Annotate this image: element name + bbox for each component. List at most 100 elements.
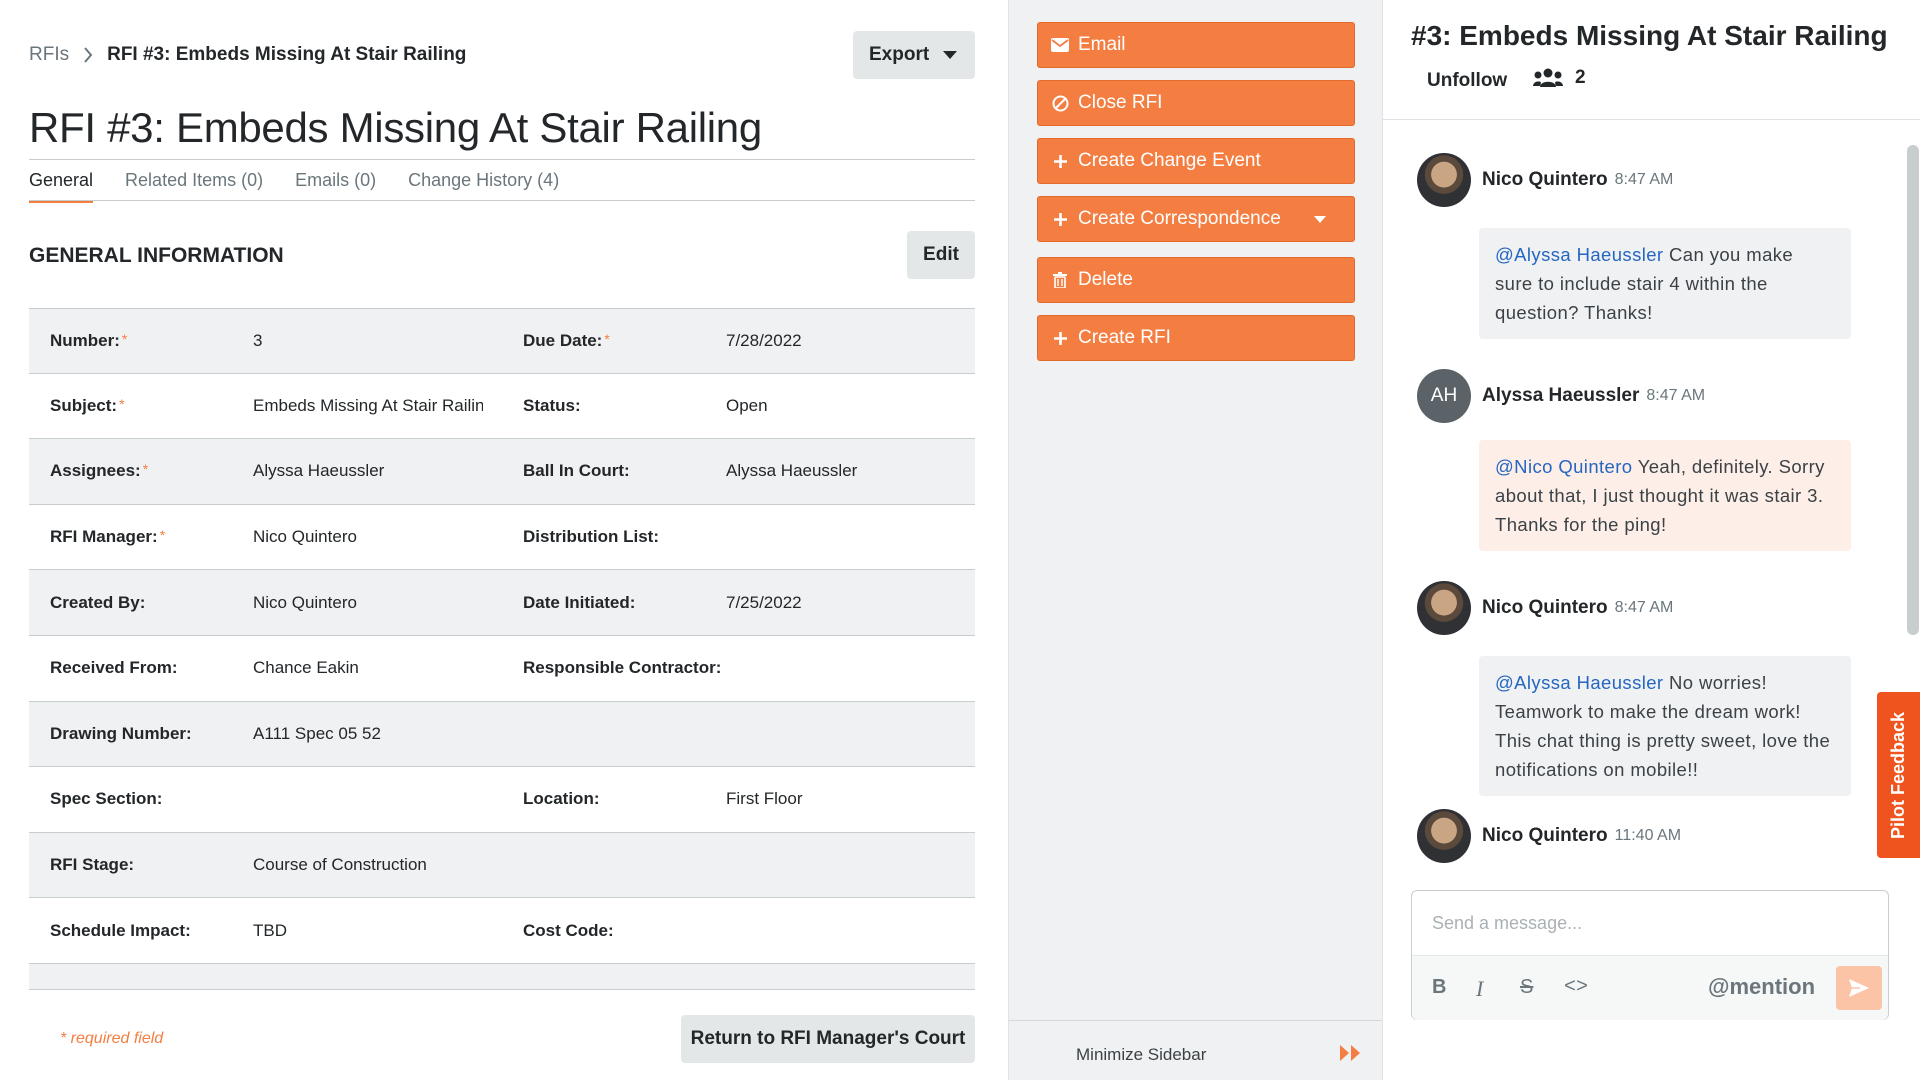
double-chevron-right-icon[interactable] (1339, 1043, 1363, 1068)
pilot-feedback-label: Pilot Feedback (1888, 711, 1909, 839)
table-row: Received From: Chance Eakin Responsible Co… (29, 636, 975, 702)
message-author: Alyssa Haeussler (1482, 385, 1640, 406)
field-label: Created By: (50, 592, 146, 612)
message-header: Nico Quintero 11:40 AM (1417, 809, 1681, 863)
message-time: 8:47 AM (1614, 599, 1674, 616)
message-header: Nico Quintero 8:47 AM (1417, 153, 1673, 207)
field-value: Nico Quintero (253, 527, 357, 547)
field-label: Spec Section: (50, 789, 163, 809)
field-value: Chance Eakin (253, 658, 359, 678)
strikethrough-button[interactable]: S (1520, 976, 1533, 999)
avatar[interactable] (1417, 581, 1471, 635)
mention-link[interactable]: @Alyssa Haeussler (1495, 672, 1664, 693)
field-label: Subject: * (50, 395, 125, 415)
users-icon (1533, 68, 1563, 87)
field-value: First Floor (726, 789, 803, 809)
field-value: 3 (253, 330, 263, 350)
avatar[interactable] (1417, 153, 1471, 207)
table-row: RFI Stage: Course of Construction (29, 832, 975, 899)
actions-sidebar: Email Close RFI Create Change Event Crea… (1008, 0, 1383, 1080)
send-icon (1849, 979, 1869, 997)
message-composer: B I S <> @mention (1411, 890, 1889, 1020)
envelope-icon (1050, 35, 1070, 55)
plus-icon (1050, 209, 1070, 229)
tab-general[interactable]: General (29, 170, 94, 203)
delete-label: Delete (1078, 269, 1133, 290)
field-label: Distribution List: (523, 527, 659, 547)
chat-header: #3: Embeds Missing At Stair Railing Unfo… (1383, 0, 1920, 120)
tab-emails[interactable]: Emails (0) (295, 170, 376, 203)
send-button[interactable] (1836, 966, 1882, 1010)
divider (29, 159, 975, 160)
breadcrumb-rfis-link[interactable]: RFIs (29, 44, 69, 66)
rfi-detail-panel: RFIs RFI #3: Embeds Missing At Stair Rai… (0, 0, 1008, 1080)
tab-related-items[interactable]: Related Items (0) (125, 170, 263, 203)
return-to-manager-button[interactable]: Return to RFI Manager's Court (681, 1015, 975, 1063)
field-label: Ball In Court: (523, 461, 630, 481)
section-title: GENERAL INFORMATION (29, 244, 284, 267)
mention-link[interactable]: @Alyssa Haeussler (1495, 244, 1664, 265)
field-label: Drawing Number: (50, 723, 192, 743)
avatar[interactable]: AH (1417, 369, 1471, 423)
plus-icon (1050, 328, 1070, 348)
breadcrumb: RFIs RFI #3: Embeds Missing At Stair Rai… (29, 44, 466, 66)
table-row: Assignees: * Alyssa Haeussler Ball In Court… (29, 439, 975, 505)
followers-count: 2 (1575, 67, 1586, 88)
required-asterisk: * (119, 395, 125, 412)
bold-button[interactable]: B (1432, 976, 1446, 999)
field-value: Course of Construction (253, 855, 427, 875)
field-value: Alyssa Haeussler (726, 461, 858, 481)
trash-icon (1050, 270, 1070, 290)
message-author: Nico Quintero (1482, 169, 1608, 190)
field-label: Number: * (50, 330, 128, 350)
mention-link[interactable]: @Nico Quintero (1495, 456, 1633, 477)
pilot-feedback-tab[interactable]: Pilot Feedback (1877, 692, 1920, 858)
field-value: Nico Quintero (253, 592, 357, 612)
chat-panel: #3: Embeds Missing At Stair Railing Unfo… (1382, 0, 1920, 1080)
create-correspondence-button[interactable]: Create Correspondence (1037, 196, 1355, 242)
field-label: Received From: (50, 658, 178, 678)
italic-button[interactable]: I (1476, 976, 1483, 1002)
delete-button[interactable]: Delete (1037, 257, 1355, 303)
general-info-table: Number: * 3 Due Date: * 7/28/2022 Subject: * Emb… (29, 308, 975, 990)
required-asterisk: * (159, 527, 166, 544)
unfollow-button[interactable]: Unfollow (1427, 70, 1507, 92)
divider (29, 200, 975, 201)
tab-change-history[interactable]: Change History (4) (408, 170, 559, 203)
avatar[interactable] (1417, 809, 1471, 863)
field-value: 7/28/2022 (726, 330, 802, 350)
required-asterisk: * (121, 330, 128, 347)
table-row: Schedule Impact: TBD Cost Code: (29, 898, 975, 964)
caret-down-icon[interactable] (1314, 216, 1326, 223)
export-button[interactable]: Export (853, 31, 975, 79)
field-value: TBD (253, 920, 287, 940)
minimize-sidebar-label[interactable]: Minimize Sidebar (1076, 1045, 1206, 1065)
table-row: Number: * 3 Due Date: * 7/28/2022 (29, 308, 975, 374)
message-input[interactable] (1412, 891, 1888, 955)
table-row: Spec Section: Location: First Floor (29, 767, 975, 833)
field-label: Location: (523, 789, 600, 809)
mention-button[interactable]: @mention (1708, 974, 1815, 1000)
field-value: Embeds Missing At Stair Railing (253, 395, 483, 415)
create-change-event-label: Create Change Event (1078, 150, 1261, 171)
composer-toolbar: B I S <> @mention (1412, 955, 1888, 1020)
table-row: Drawing Number: A111 Spec 05 52 (29, 701, 975, 768)
required-asterisk: * (604, 330, 610, 347)
field-value: Open (726, 395, 768, 415)
field-value: A111 Spec 05 52 (253, 723, 381, 743)
message-bubble: @Nico Quintero Yeah, definitely. Sorry a… (1479, 440, 1851, 551)
table-row: Created By: Nico Quintero Date Initiated: 7… (29, 570, 975, 636)
message-time: 11:40 AM (1614, 827, 1682, 844)
close-rfi-button[interactable]: Close RFI (1037, 80, 1355, 126)
chat-scrollbar[interactable] (1907, 145, 1919, 635)
code-button[interactable]: <> (1564, 976, 1588, 999)
field-label: Schedule Impact: (50, 920, 191, 940)
create-change-event-button[interactable]: Create Change Event (1037, 138, 1355, 184)
create-rfi-button[interactable]: Create RFI (1037, 315, 1355, 361)
message-bubble: @Alyssa Haeussler No worries! Teamwork t… (1479, 656, 1851, 796)
field-label: Due Date: * (523, 330, 610, 350)
message-bubble: @Alyssa Haeussler Can you make sure to i… (1479, 228, 1851, 339)
edit-button[interactable]: Edit (907, 231, 975, 279)
followers-indicator[interactable]: 2 (1533, 67, 1586, 89)
email-button[interactable]: Email (1037, 22, 1355, 68)
